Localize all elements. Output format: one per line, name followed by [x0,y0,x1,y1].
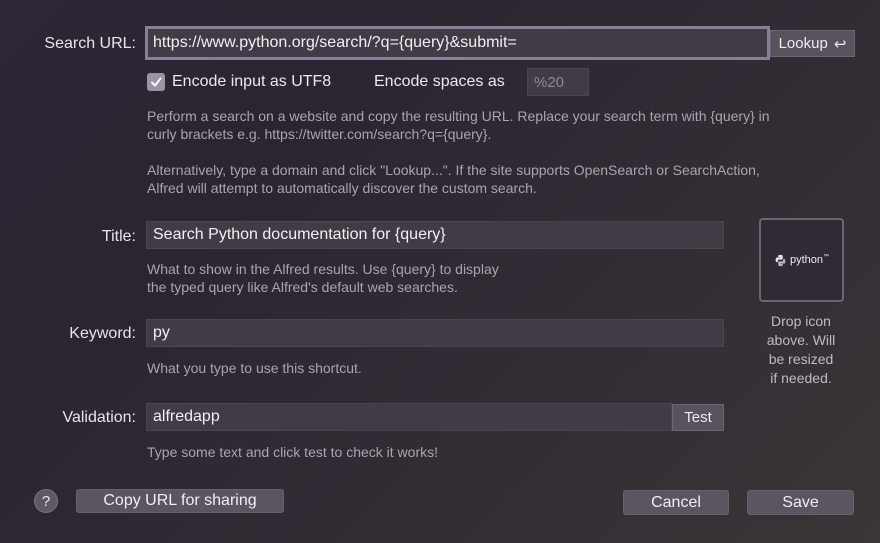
help-text-line-3: Alternatively, type a domain and click "… [147,162,760,178]
test-button[interactable]: Test [672,404,724,431]
encode-utf8-label: Encode input as UTF8 [172,73,332,90]
lookup-button[interactable]: Lookup ↩ [770,30,855,57]
keyword-label: Keyword: [69,325,136,342]
python-logo-tm: ™ [823,253,830,260]
copy-url-button[interactable]: Copy URL for sharing [76,489,284,513]
help-text-line-2: curly brackets e.g. https://twitter.com/… [147,126,492,142]
save-button[interactable]: Save [747,490,854,515]
title-hint-line-1: What to show in the Alfred results. Use … [147,261,499,277]
title-hint-line-2: the typed query like Alfred's default we… [147,279,458,295]
search-url-input[interactable]: https://www.python.org/search/?q={query}… [145,26,770,60]
return-arrow-icon: ↩ [833,35,847,53]
cancel-button[interactable]: Cancel [623,490,729,515]
search-url-label: Search URL: [44,35,136,52]
validation-hint: Type some text and click test to check i… [147,444,438,460]
python-logo-icon [775,254,786,266]
title-input[interactable]: Search Python documentation for {query} [146,221,724,249]
icon-caption-line-4: if needed. [770,370,832,386]
icon-caption-line-1: Drop icon [771,313,831,329]
encode-utf8-checkbox[interactable] [147,73,165,91]
help-text-line-4: Alfred will attempt to automatically dis… [147,180,537,196]
encode-spaces-label: Encode spaces as [374,73,505,90]
encode-spaces-input[interactable]: %20 [527,68,589,96]
validation-label: Validation: [62,409,136,426]
icon-drop-caption: Drop icon above. Will be resized if need… [750,312,852,388]
help-button[interactable]: ? [34,489,58,513]
help-text-line-1: Perform a search on a website and copy t… [147,108,770,124]
keyword-hint: What you type to use this shortcut. [147,360,362,376]
icon-caption-line-3: be resized [768,351,834,367]
icon-drop-well[interactable]: python ™ [759,218,844,302]
keyword-input[interactable]: py [146,319,724,347]
python-logo: python ™ [774,254,829,267]
python-logo-text: python [789,254,824,266]
checkmark-icon [151,77,162,87]
validation-input[interactable]: alfredapp [146,403,672,431]
icon-caption-line-2: above. Will [766,332,836,348]
lookup-label: Lookup [778,35,828,52]
title-label: Title: [101,228,136,245]
